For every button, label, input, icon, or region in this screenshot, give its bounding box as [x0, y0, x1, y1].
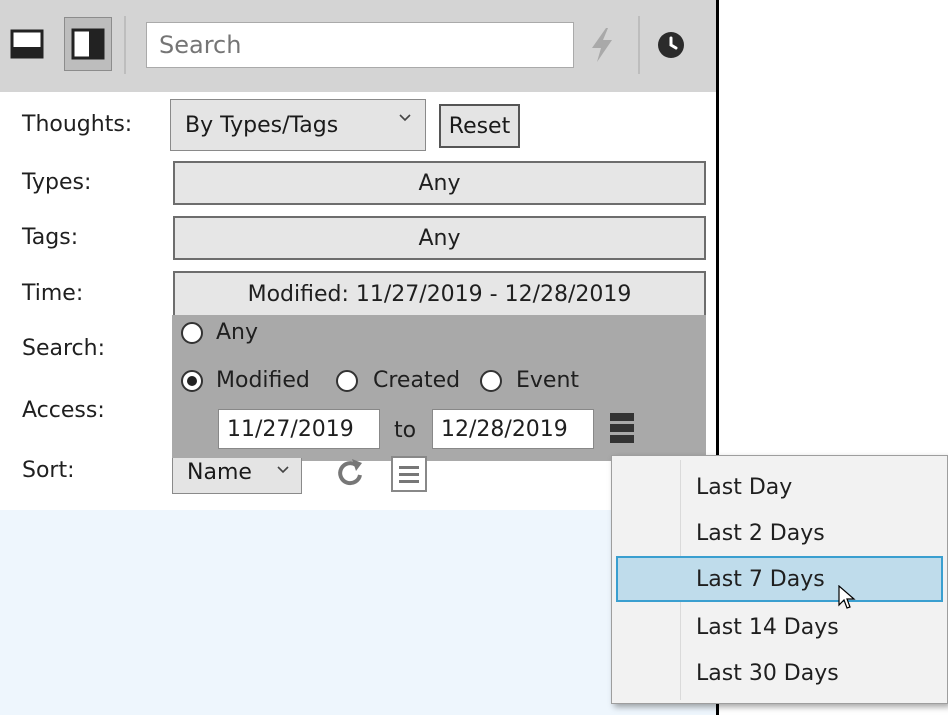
side-panel-icon — [71, 28, 105, 60]
chevron-down-icon — [399, 114, 411, 122]
radio-any[interactable] — [181, 322, 203, 344]
types-label: Types: — [22, 170, 92, 195]
sort-label: Sort: — [22, 458, 75, 483]
menu-item-last-7-days[interactable]: Last 7 Days — [616, 556, 943, 602]
menu-item-last-30-days[interactable]: Last 30 Days — [616, 650, 943, 696]
lightning-icon — [592, 28, 612, 62]
bottom-panel-icon — [10, 29, 44, 59]
access-label: Access: — [22, 398, 105, 423]
sort-dropdown-value: Name — [187, 460, 252, 485]
history-button[interactable] — [656, 30, 686, 60]
reset-button[interactable]: Reset — [439, 104, 520, 148]
bottom-panel-layout-button[interactable] — [2, 17, 50, 71]
radio-event[interactable] — [480, 370, 502, 392]
time-label: Time: — [22, 281, 84, 306]
thoughts-label: Thoughts: — [22, 112, 133, 137]
to-label: to — [394, 418, 417, 443]
lightning-button[interactable] — [588, 26, 616, 64]
menu-item-last-14-days[interactable]: Last 14 Days — [616, 604, 943, 650]
clock-icon — [658, 32, 684, 58]
hamburger-icon — [610, 413, 634, 443]
radio-created-label: Created — [373, 368, 461, 393]
search-input[interactable] — [146, 22, 574, 68]
tags-selector[interactable]: Any — [173, 216, 706, 260]
side-panel-layout-button[interactable] — [64, 17, 112, 71]
thoughts-dropdown-value: By Types/Tags — [185, 112, 339, 138]
toolbar — [0, 0, 716, 92]
refresh-button[interactable] — [332, 455, 368, 491]
sort-order-button[interactable] — [390, 455, 428, 493]
radio-created[interactable] — [336, 370, 358, 392]
tags-label: Tags: — [22, 225, 79, 250]
radio-event-label: Event — [516, 368, 580, 393]
from-date-input[interactable] — [218, 409, 380, 449]
search-label: Search: — [22, 336, 105, 361]
menu-item-last-day[interactable]: Last Day — [616, 464, 943, 510]
radio-modified-label: Modified — [216, 368, 310, 393]
to-date-input[interactable] — [432, 409, 594, 449]
date-range-menu-button[interactable] — [609, 411, 635, 445]
time-selector[interactable]: Modified: 11/27/2019 - 12/28/2019 — [173, 271, 706, 317]
mouse-cursor-icon — [838, 585, 856, 609]
toolbar-divider — [124, 16, 126, 74]
date-range-context-menu: Last Day Last 2 Days Last 7 Days Last 14… — [611, 455, 948, 704]
chevron-down-icon — [277, 466, 289, 474]
menu-item-last-2-days[interactable]: Last 2 Days — [616, 510, 943, 556]
sort-dropdown[interactable]: Name — [172, 458, 302, 494]
thoughts-dropdown[interactable]: By Types/Tags — [170, 99, 426, 151]
refresh-icon — [338, 459, 362, 486]
results-area — [0, 510, 716, 715]
types-selector[interactable]: Any — [173, 161, 706, 205]
toolbar-divider — [638, 16, 640, 74]
radio-modified[interactable] — [181, 370, 203, 392]
list-icon — [391, 456, 427, 492]
radio-any-label: Any — [216, 320, 259, 345]
